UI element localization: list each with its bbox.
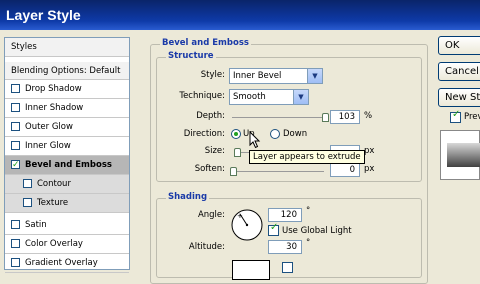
shading-title: Shading: [166, 192, 210, 202]
inner-glow-checkbox[interactable]: [11, 141, 20, 150]
structure-title: Structure: [166, 51, 216, 61]
size-label: Size:: [204, 146, 225, 156]
inner-shadow-checkbox[interactable]: [11, 103, 20, 112]
direction-down-label: Down: [283, 129, 308, 139]
window-title: Layer Style: [0, 0, 480, 30]
depth-input[interactable]: 103: [330, 110, 360, 124]
style-item-inner-shadow[interactable]: Inner Shadow: [5, 99, 129, 118]
chevron-down-icon: ▼: [307, 69, 322, 83]
style-item-color-overlay[interactable]: Color Overlay: [5, 235, 129, 254]
size-unit: px: [364, 146, 375, 156]
angle-input[interactable]: 120: [268, 208, 302, 222]
style-select[interactable]: Inner Bevel ▼: [229, 68, 323, 84]
style-item-inner-glow[interactable]: Inner Glow: [5, 137, 129, 156]
direction-tooltip: Layer appears to extrude: [249, 150, 365, 164]
style-item-satin[interactable]: Satin: [5, 216, 129, 235]
gloss-contour-preview[interactable]: [232, 260, 270, 280]
depth-unit: %: [364, 111, 373, 121]
ok-button[interactable]: OK: [438, 36, 480, 55]
bevel-and-emboss-title: Bevel and Emboss: [160, 38, 251, 48]
technique-select[interactable]: Smooth ▼: [229, 89, 309, 105]
global-light-label: Use Global Light: [282, 226, 352, 236]
texture-checkbox[interactable]: [23, 198, 32, 207]
style-label: Style:: [200, 70, 225, 80]
technique-select-value: Smooth: [233, 92, 266, 102]
soften-slider-track[interactable]: [232, 171, 324, 172]
preview-checkbox[interactable]: [450, 109, 461, 123]
cancel-button[interactable]: Cancel: [438, 62, 480, 81]
altitude-label: Altitude:: [188, 242, 225, 252]
soften-unit: px: [364, 164, 375, 174]
depth-slider-track[interactable]: [232, 117, 324, 118]
angle-unit: °: [306, 206, 311, 216]
outer-glow-checkbox[interactable]: [11, 122, 20, 131]
satin-checkbox[interactable]: [11, 220, 20, 229]
technique-label: Technique:: [179, 91, 225, 101]
style-item-bevel-and-emboss[interactable]: Bevel and Emboss: [5, 156, 129, 175]
angle-dial[interactable]: +: [230, 208, 264, 242]
soften-label: Soften:: [194, 164, 225, 174]
styles-header[interactable]: Styles: [5, 38, 129, 57]
preview-label: Preview: [464, 112, 480, 122]
direction-up-radio[interactable]: [231, 129, 241, 139]
svg-text:+: +: [237, 212, 243, 220]
style-item-contour[interactable]: Contour: [5, 175, 129, 194]
depth-slider-thumb[interactable]: [322, 113, 329, 122]
chevron-down-icon: ▼: [293, 90, 308, 104]
styles-list-panel: Styles Blending Options: Default Drop Sh…: [4, 37, 130, 273]
direction-down-radio[interactable]: [270, 129, 280, 139]
style-item-outer-glow[interactable]: Outer Glow: [5, 118, 129, 137]
style-preview-swatch: [447, 143, 480, 167]
soften-input[interactable]: 0: [330, 163, 360, 177]
new-style-button[interactable]: New Style...: [438, 88, 480, 107]
drop-shadow-checkbox[interactable]: [11, 84, 20, 93]
global-light-checkbox[interactable]: [268, 222, 279, 236]
contour-checkbox[interactable]: [23, 179, 32, 188]
altitude-input[interactable]: 30: [268, 240, 302, 254]
altitude-unit: °: [306, 238, 311, 248]
style-preview-box: [440, 130, 480, 180]
style-item-gradient-overlay[interactable]: Gradient Overlay: [5, 254, 129, 273]
gradient-overlay-checkbox[interactable]: [11, 258, 20, 267]
angle-label: Angle:: [197, 210, 225, 220]
color-overlay-checkbox[interactable]: [11, 239, 20, 248]
anti-aliased-checkbox[interactable]: [282, 262, 293, 273]
depth-label: Depth:: [196, 111, 225, 121]
direction-label: Direction:: [183, 129, 225, 139]
style-select-value: Inner Bevel: [233, 71, 282, 81]
soften-slider-thumb[interactable]: [230, 167, 237, 176]
bevel-and-emboss-checkbox[interactable]: [11, 156, 20, 174]
blending-options-item[interactable]: Blending Options: Default: [5, 62, 129, 80]
mouse-cursor-icon: [249, 131, 261, 149]
style-item-drop-shadow[interactable]: Drop Shadow: [5, 80, 129, 99]
size-slider-thumb[interactable]: [234, 148, 241, 157]
style-item-texture[interactable]: Texture: [5, 194, 129, 213]
